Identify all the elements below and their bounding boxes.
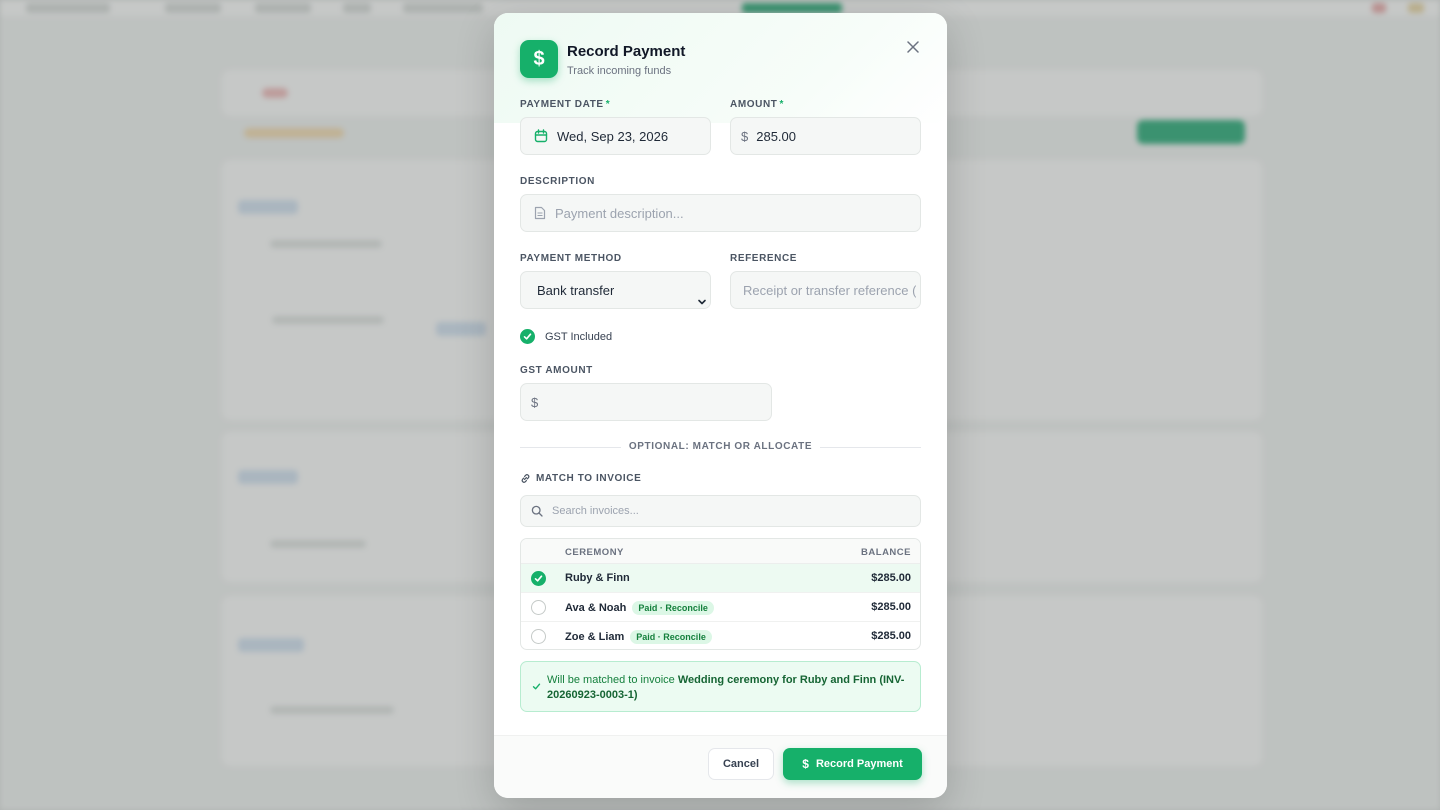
- reference-placeholder: Receipt or transfer reference (: [743, 282, 917, 298]
- gst-included-checkbox[interactable]: GST Included: [520, 329, 612, 344]
- payment-date-field[interactable]: Wed, Sep 23, 2026: [520, 117, 711, 155]
- close-icon: [907, 41, 919, 53]
- balance-value: $285.00: [871, 572, 911, 584]
- cancel-button[interactable]: Cancel: [708, 748, 774, 780]
- match-to-invoice-label: MATCH TO INVOICE: [520, 473, 641, 484]
- invoice-table: CEREMONY BALANCE Ruby & Finn $285.00 Ava…: [520, 538, 921, 650]
- search-icon: [531, 505, 543, 517]
- ceremony-name: Zoe & Liam: [565, 631, 625, 643]
- invoice-table-header: CEREMONY BALANCE: [521, 539, 920, 564]
- invoice-search-placeholder: Search invoices...: [552, 505, 639, 517]
- gst-included-label: GST Included: [545, 330, 613, 343]
- check-icon: [520, 329, 535, 344]
- payment-method-label: PAYMENT METHOD: [520, 253, 622, 264]
- table-row[interactable]: Ava & Noah Paid · Reconcile $285.00: [521, 593, 920, 622]
- amount-value: 285.00: [756, 128, 796, 144]
- gst-amount-currency: $: [531, 394, 539, 410]
- payment-date-label: PAYMENT DATE *: [520, 99, 611, 110]
- payment-method-value: Bank transfer: [537, 282, 615, 298]
- table-row[interactable]: Ruby & Finn $285.00: [521, 564, 920, 593]
- ceremony-column-header: CEREMONY: [565, 547, 624, 558]
- amount-field[interactable]: $ 285.00: [730, 117, 921, 155]
- invoice-search-input[interactable]: Search invoices...: [520, 495, 921, 527]
- status-badge: Paid · Reconcile: [630, 630, 712, 644]
- link-icon: [520, 473, 531, 484]
- description-input[interactable]: Payment description...: [520, 194, 921, 232]
- modal-title: Record Payment: [567, 43, 686, 60]
- record-payment-modal: $ Record Payment Track incoming funds PA…: [494, 13, 947, 798]
- balance-value: $285.00: [871, 630, 911, 642]
- divider-label: OPTIONAL: MATCH OR ALLOCATE: [494, 441, 947, 452]
- payment-date-value: Wed, Sep 23, 2026: [557, 128, 669, 144]
- ceremony-name: Ava & Noah: [565, 602, 627, 614]
- amount-label: AMOUNT *: [730, 99, 784, 110]
- match-notice: Will be matched to invoice Wedding cerem…: [520, 661, 921, 712]
- amount-currency: $: [741, 128, 749, 144]
- balance-value: $285.00: [871, 601, 911, 613]
- status-badge: Paid · Reconcile: [632, 601, 714, 615]
- radio-button[interactable]: [531, 629, 546, 644]
- description-label: DESCRIPTION: [520, 176, 595, 187]
- calendar-icon: [534, 129, 548, 143]
- close-button[interactable]: [903, 37, 923, 57]
- description-placeholder: Payment description...: [555, 205, 684, 221]
- record-payment-button-label: Record Payment: [815, 758, 903, 770]
- match-notice-text: Will be matched to invoice Wedding cerem…: [547, 674, 905, 701]
- record-payment-button[interactable]: $ Record Payment: [783, 748, 922, 780]
- selected-radio[interactable]: [531, 571, 546, 586]
- modal-subtitle: Track incoming funds: [567, 65, 672, 77]
- table-row[interactable]: Zoe & Liam Paid · Reconcile $285.00: [521, 622, 920, 649]
- reference-label: REFERENCE: [730, 253, 798, 264]
- gst-amount-input[interactable]: $: [520, 383, 772, 421]
- checkmark-icon: [532, 682, 541, 691]
- document-icon: [534, 206, 546, 220]
- radio-button[interactable]: [531, 600, 546, 615]
- balance-column-header: BALANCE: [861, 547, 911, 558]
- gst-amount-label: GST AMOUNT: [520, 365, 593, 376]
- dollar-icon: $: [520, 40, 558, 78]
- dollar-icon: $: [802, 757, 809, 771]
- ceremony-name: Ruby & Finn: [565, 572, 630, 584]
- payment-method-select[interactable]: Bank transfer: [520, 271, 711, 309]
- reference-input[interactable]: Receipt or transfer reference (: [730, 271, 921, 309]
